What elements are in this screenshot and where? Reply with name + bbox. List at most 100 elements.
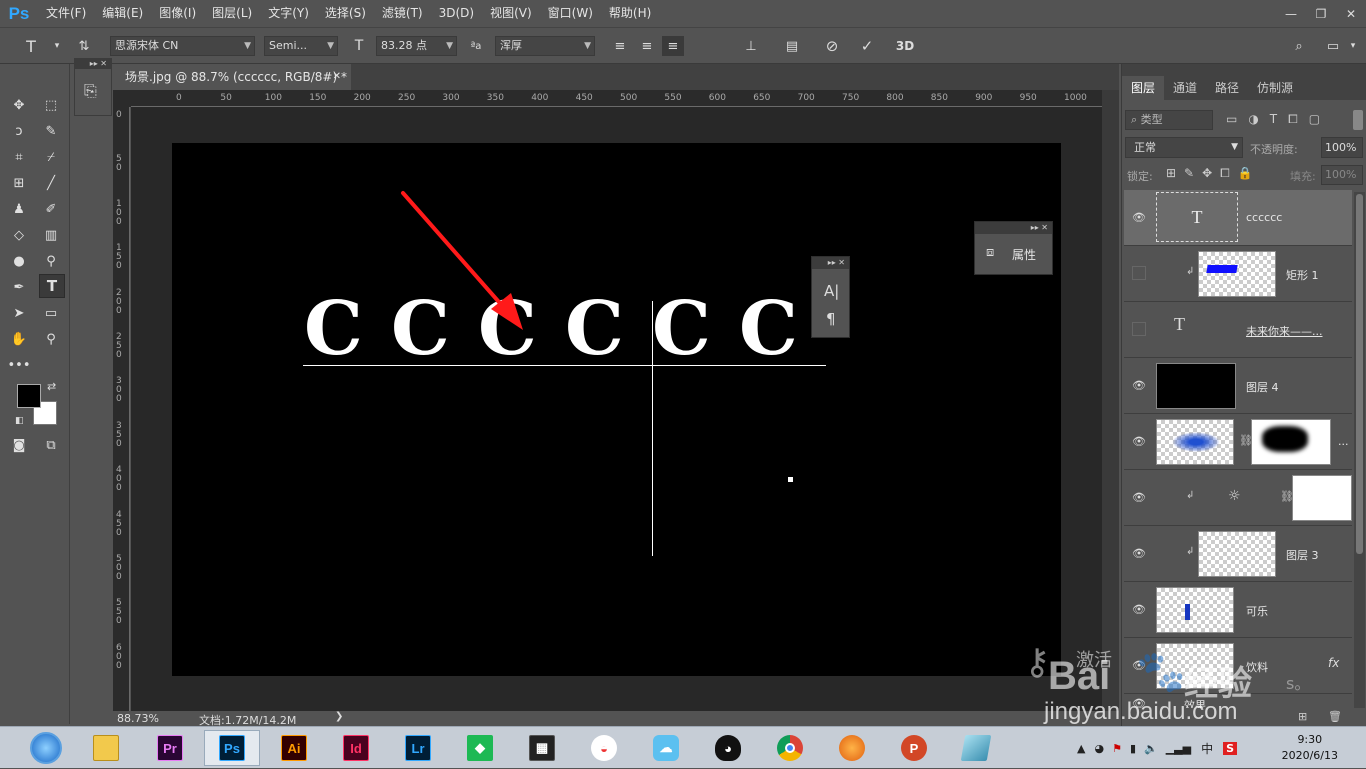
path-select-tool-icon[interactable]: ➤ xyxy=(7,302,31,324)
align-left-icon[interactable]: ≡ xyxy=(609,36,631,56)
history-panel-icon[interactable]: ⎘ xyxy=(84,81,97,101)
menu-layer[interactable]: 图层(L) xyxy=(204,0,260,27)
start-button[interactable] xyxy=(18,730,74,766)
taskbar-app-red[interactable]: ◒ xyxy=(576,730,632,766)
filter-toggle[interactable] xyxy=(1353,110,1363,130)
ime-indicator[interactable]: 中 xyxy=(1201,740,1213,757)
layer-row[interactable]: T 未来你来——... xyxy=(1124,302,1352,358)
move-tool-icon[interactable]: ✥ xyxy=(7,94,31,116)
qq-tray-icon[interactable]: ◕ xyxy=(1094,742,1104,755)
properties-icon[interactable]: ⧈ xyxy=(986,245,994,260)
ruler-origin[interactable] xyxy=(113,90,131,107)
scrollbar-thumb[interactable] xyxy=(1356,194,1363,554)
font-family-select[interactable]: 思源宋体 CN ▼ xyxy=(110,36,255,56)
layer-row[interactable]: 👁 可乐 xyxy=(1124,582,1352,638)
taskbar-chrome[interactable] xyxy=(762,730,818,766)
taskbar-indesign[interactable]: Id xyxy=(328,730,384,766)
menu-select[interactable]: 选择(S) xyxy=(317,0,374,27)
gradient-tool-icon[interactable]: ▥ xyxy=(39,224,63,246)
menu-3d[interactable]: 3D(D) xyxy=(431,0,482,27)
battery-icon[interactable]: ▮ xyxy=(1130,742,1136,755)
taskbar-qq[interactable]: ◕ xyxy=(700,730,756,766)
stamp-tool-icon[interactable]: ♟ xyxy=(7,198,31,220)
eye-icon[interactable]: 👁 xyxy=(1132,378,1146,392)
taskbar-lightroom[interactable]: Lr xyxy=(390,730,446,766)
blend-mode-select[interactable]: 正常 ▼ xyxy=(1125,137,1243,158)
layer-row[interactable]: 👁 ↲ ☼ ⛓ xyxy=(1124,470,1352,526)
volume-icon[interactable]: 🔈 xyxy=(1144,742,1158,755)
preset-dropdown-icon[interactable]: ▾ xyxy=(46,36,68,56)
close-icon[interactable]: ✕ xyxy=(333,64,341,90)
screen-mode-icon[interactable]: ⧉ xyxy=(39,434,63,456)
eyedropper-tool-icon[interactable]: ⌿ xyxy=(39,146,63,168)
type-tool-icon[interactable]: T xyxy=(39,274,65,298)
foreground-color-swatch[interactable] xyxy=(17,384,41,408)
menu-edit[interactable]: 编辑(E) xyxy=(94,0,151,27)
restore-icon[interactable]: ❐ xyxy=(1306,0,1336,27)
visibility-toggle[interactable] xyxy=(1132,266,1146,280)
taskbar-illustrator[interactable]: Ai xyxy=(266,730,322,766)
quick-mask-icon[interactable]: ◙ xyxy=(7,434,31,456)
taskbar-app-cloud[interactable]: ☁ xyxy=(638,730,694,766)
ruler-horizontal[interactable]: 0 50 100 150 200 250 300 350 400 450 500 550 600 650 7… xyxy=(131,90,1102,107)
layer-row[interactable]: 👁 图层 4 xyxy=(1124,358,1352,414)
tray-expand-icon[interactable]: ▲ xyxy=(1077,742,1085,755)
taskbar-premiere[interactable]: Pr xyxy=(142,730,198,766)
warp-text-icon[interactable]: ⊥ xyxy=(740,36,762,56)
tab-clone-source[interactable]: 仿制源 xyxy=(1248,76,1302,100)
quick-select-tool-icon[interactable]: ✎ xyxy=(39,120,63,142)
eye-icon[interactable]: 👁 xyxy=(1132,210,1146,224)
new-layer-icon[interactable]: ⊞ xyxy=(1298,710,1307,723)
history-brush-icon[interactable]: ✐ xyxy=(39,198,63,220)
hand-tool-icon[interactable]: ✋ xyxy=(7,328,31,350)
type-tool-preset-icon[interactable]: T xyxy=(20,36,42,56)
properties-label[interactable]: 属性 xyxy=(1012,246,1036,263)
taskbar-explorer[interactable] xyxy=(78,730,134,766)
marquee-tool-icon[interactable]: ⬚ xyxy=(39,94,63,116)
ruler-vertical[interactable]: 0 50 100 150 200 250 300 350 400 450 500 550 600 xyxy=(113,107,130,711)
antialias-select[interactable]: 浑厚 ▼ xyxy=(495,36,595,56)
tab-paths[interactable]: 路径 xyxy=(1206,76,1248,100)
filter-icons[interactable]: ▭◑T⧠▢ xyxy=(1226,112,1331,127)
close-icon[interactable]: ✕ xyxy=(1336,0,1366,27)
document-tab[interactable]: 场景.jpg @ 88.7% (cccccc, RGB/8#) * ✕ xyxy=(113,64,351,90)
character-panel-icon[interactable]: A| xyxy=(824,282,839,300)
eye-icon[interactable]: 👁 xyxy=(1132,546,1146,560)
tab-layers[interactable]: 图层 xyxy=(1122,76,1165,100)
menu-view[interactable]: 视图(V) xyxy=(482,0,540,27)
search-icon[interactable]: ⌕ xyxy=(1288,36,1310,56)
menu-file[interactable]: 文件(F) xyxy=(38,0,94,27)
system-clock[interactable]: 9:30 2020/6/13 xyxy=(1282,732,1338,764)
lock-icons[interactable]: ⊞✎✥⧠🔒 xyxy=(1166,166,1261,181)
eye-icon[interactable]: 👁 xyxy=(1132,490,1146,504)
taskbar-app-tablet[interactable] xyxy=(948,730,1004,766)
taskbar-app-green[interactable]: ◆ xyxy=(452,730,508,766)
font-size-select[interactable]: 83.28 点 ▼ xyxy=(376,36,457,56)
fill-input[interactable]: 100% xyxy=(1321,165,1363,185)
network-warning-icon[interactable]: ⚑ xyxy=(1112,742,1122,755)
zoom-tool-icon[interactable]: ⚲ xyxy=(39,328,63,350)
taskbar-video-editor[interactable]: ▦ xyxy=(514,730,570,766)
layer-row[interactable]: 👁 ↲ 图层 3 xyxy=(1124,526,1352,582)
lasso-tool-icon[interactable]: ↄ xyxy=(7,120,31,142)
commit-check-icon[interactable]: ✓ xyxy=(856,36,878,56)
layer-row[interactable]: ↲ 矩形 1 xyxy=(1124,246,1352,302)
eraser-tool-icon[interactable]: ◇ xyxy=(7,224,31,246)
swap-colors-icon[interactable]: ⇄ xyxy=(47,380,56,393)
pen-tool-icon[interactable]: ✒ xyxy=(7,276,31,298)
eye-icon[interactable]: 👁 xyxy=(1132,602,1146,616)
layer-filter-select[interactable]: ⌕ 类型 xyxy=(1125,110,1213,130)
menu-type[interactable]: 文字(Y) xyxy=(260,0,317,27)
opacity-input[interactable]: 100% xyxy=(1321,137,1363,158)
crop-tool-icon[interactable]: ⌗ xyxy=(7,146,31,168)
menu-image[interactable]: 图像(I) xyxy=(151,0,204,27)
tab-channels[interactable]: 通道 xyxy=(1164,76,1206,100)
taskbar-photoshop[interactable]: Ps xyxy=(204,730,260,766)
chevron-right-icon[interactable]: ❯ xyxy=(335,711,343,722)
healing-tool-icon[interactable]: ⊞ xyxy=(7,172,31,194)
delete-layer-icon[interactable]: 🗑 xyxy=(1328,710,1342,723)
3d-mode-icon[interactable]: 3D xyxy=(894,36,916,56)
layer-row[interactable]: 👁 T cccccc xyxy=(1124,190,1352,246)
taskbar-app-orange[interactable] xyxy=(824,730,880,766)
layers-scrollbar[interactable] xyxy=(1354,192,1365,708)
